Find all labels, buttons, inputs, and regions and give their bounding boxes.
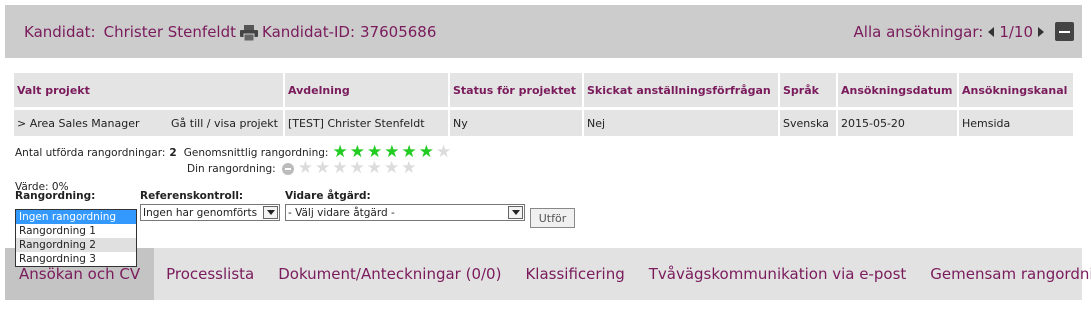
column-header: Valt projekt (14, 73, 283, 107)
applications-label: Alla ansökningar: (853, 22, 984, 41)
your-rating-stars[interactable]: ★ ★ ★ ★ ★ ★ ★ (298, 160, 419, 177)
department-cell: [TEST] Christer Stenfeldt (285, 110, 448, 136)
column-header: Ansökningskanal (959, 73, 1073, 107)
reference-label: Referenskontroll: (140, 190, 244, 202)
tab-bar: Ansökan och CV Processlista Dokument/Ant… (5, 248, 1091, 300)
star-icon[interactable]: ★ (349, 160, 364, 177)
reference-select-value: Ingen har genomförts (143, 206, 258, 219)
star-icon[interactable]: ★ (315, 160, 330, 177)
project-name[interactable]: > Area Sales Manager (17, 117, 140, 130)
ranking-option[interactable]: Rangordning 3 (16, 252, 136, 266)
tab-process-list[interactable]: Processlista (154, 248, 266, 300)
printer-icon[interactable] (240, 24, 259, 41)
candidate-name: Christer Stenfeldt (103, 22, 237, 41)
language-cell: Svenska (780, 110, 836, 136)
star-icon[interactable]: ★ (298, 160, 313, 177)
tab-email-communication[interactable]: Tvåvägskommunikation via e-post (637, 248, 919, 300)
reference-select[interactable]: Ingen har genomförts (140, 204, 280, 221)
column-header: Språk (780, 73, 836, 107)
ranking-option[interactable]: Ingen rangordning (16, 210, 136, 224)
application-pager: 1/10 (999, 22, 1033, 41)
table-header-row: Valt projekt Avdelning Status för projek… (14, 73, 1073, 107)
candidate-panel: Kandidat: Christer Stenfeldt Kandidat-ID… (5, 5, 1091, 309)
minus-icon (1059, 30, 1070, 33)
column-header: Skickat anställningsförfrågan (584, 73, 778, 107)
candidate-id-label: Kandidat-ID: (262, 22, 356, 41)
chevron-down-icon[interactable] (263, 206, 278, 219)
rating-count: 2 (169, 146, 177, 159)
execute-button[interactable]: Utför (530, 208, 575, 228)
rating-count-label: Antal utförda rangordningar: (15, 146, 166, 159)
star-icon[interactable]: ★ (367, 160, 382, 177)
tab-classification[interactable]: Klassificering (513, 248, 636, 300)
candidate-header: Kandidat: Christer Stenfeldt Kandidat-ID… (5, 5, 1082, 58)
project-cell: > Area Sales Manager Gå till / visa proj… (14, 110, 283, 136)
ranking-option[interactable]: Rangordning 1 (16, 224, 136, 238)
star-icon[interactable]: ★ (384, 160, 399, 177)
channel-cell: Hemsida (959, 110, 1073, 136)
candidate-label: Kandidat: (24, 22, 96, 41)
project-table: Valt projekt Avdelning Status för projek… (12, 73, 1075, 136)
tab-shared-ranking[interactable]: Gemensam rangordning (918, 248, 1091, 300)
sent-request-cell: Nej (584, 110, 778, 136)
date-cell: 2015-05-20 (838, 110, 957, 136)
chevron-down-icon[interactable] (508, 206, 523, 219)
star-icon: ★ (435, 142, 452, 162)
star-icon: ★ (418, 142, 434, 162)
column-header: Avdelning (285, 73, 448, 107)
column-header: Status för projektet (450, 73, 582, 107)
project-table-container: Valt projekt Avdelning Status för projek… (14, 73, 1075, 136)
rating-section: Antal utförda rangordningar: 2 Genomsnit… (15, 142, 453, 194)
further-action-select[interactable]: - Välj vidare åtgärd - (285, 204, 525, 221)
next-arrow-icon[interactable] (1038, 26, 1044, 37)
collapse-button[interactable] (1055, 22, 1074, 41)
clear-rating-icon[interactable] (281, 162, 294, 175)
status-cell: Ny (450, 110, 582, 136)
candidate-id: 37605686 (360, 22, 437, 41)
column-header: Ansökningsdatum (838, 73, 957, 107)
your-rating-label: Din rangordning: (187, 162, 276, 175)
table-row: > Area Sales Manager Gå till / visa proj… (14, 110, 1073, 136)
ranking-dropdown[interactable]: Ingen rangordning Rangordning 1 Rangordn… (15, 209, 137, 267)
average-rating-label: Genomsnittlig rangordning: (183, 146, 329, 159)
tab-documents-notes[interactable]: Dokument/Anteckningar (0/0) (266, 248, 513, 300)
goto-project-link[interactable]: Gå till / visa projekt (171, 117, 278, 130)
ranking-label: Rangordning: (15, 190, 96, 202)
further-action-label: Vidare åtgärd: (285, 190, 371, 202)
star-icon[interactable]: ★ (332, 160, 347, 177)
ranking-option[interactable]: Rangordning 2 (16, 238, 136, 252)
prev-arrow-icon[interactable] (988, 26, 995, 37)
star-icon[interactable]: ★ (401, 160, 416, 177)
further-action-value: - Välj vidare åtgärd - (288, 206, 395, 219)
